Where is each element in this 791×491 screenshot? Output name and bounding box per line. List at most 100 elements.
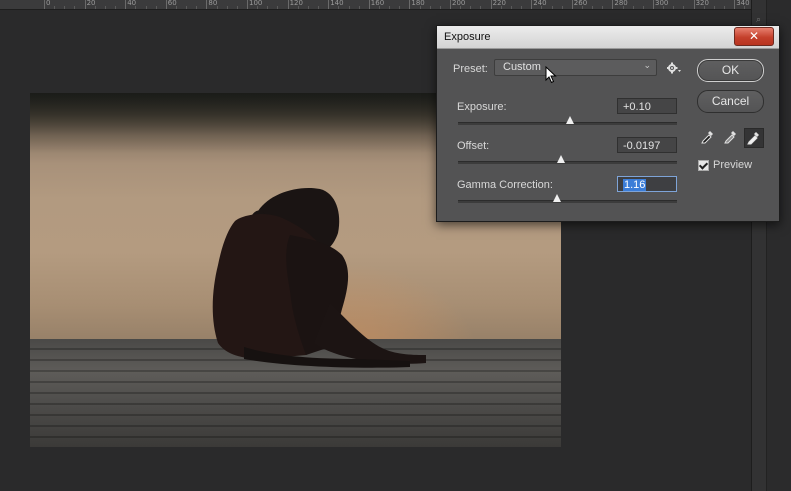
cancel-button[interactable]: Cancel: [697, 90, 764, 113]
gamma-correction-label: Gamma Correction:: [457, 179, 553, 191]
ruler-major-tick: [612, 0, 614, 9]
gray-point-eyedropper-icon[interactable]: [722, 128, 740, 146]
ruler-minor-tick: [724, 6, 726, 9]
ok-button[interactable]: OK: [697, 59, 764, 82]
ruler-minor-tick: [338, 6, 340, 9]
gamma-correction-value: 1.16: [623, 179, 647, 191]
ruler-minor-tick: [500, 6, 502, 9]
ruler-minor-tick: [267, 6, 269, 9]
ruler-minor-tick: [64, 6, 66, 9]
ruler-minor-tick: [74, 6, 76, 9]
ruler-label: 340: [736, 0, 750, 7]
ruler-minor-tick: [94, 6, 96, 9]
dialog-title: Exposure: [444, 31, 491, 43]
ruler-minor-tick: [622, 6, 624, 9]
ruler-label: 160: [370, 0, 385, 7]
ruler-label: 220: [492, 0, 506, 7]
ruler-minor-tick: [307, 6, 309, 9]
ruler-minor-tick: [226, 6, 228, 9]
dialog-titlebar[interactable]: Exposure ✕: [437, 26, 779, 49]
gamma-correction-slider-thumb[interactable]: [552, 194, 561, 202]
ruler-major-tick: [165, 0, 167, 9]
ruler-major-tick: [328, 0, 330, 9]
offset-field[interactable]: -0.0197: [617, 137, 677, 153]
ruler-major-tick: [44, 0, 45, 9]
ruler-minor-tick: [480, 6, 482, 9]
ruler-minor-tick: [592, 6, 594, 9]
ruler-major-tick: [734, 0, 736, 9]
offset-label: Offset:: [457, 140, 490, 152]
ruler-minor-tick: [216, 6, 218, 9]
ruler-minor-tick: [602, 6, 604, 9]
ruler-minor-tick: [703, 6, 705, 9]
ruler-minor-tick: [378, 6, 380, 9]
ruler-minor-tick: [257, 6, 259, 9]
ruler-minor-tick: [399, 6, 401, 9]
ruler-minor-tick: [196, 6, 198, 9]
ruler-minor-tick: [186, 6, 188, 9]
ruler-label: 260: [573, 0, 588, 7]
preview-checkbox[interactable]: [698, 160, 709, 171]
preset-value: Custom: [503, 61, 541, 73]
ruler-label: 0: [46, 0, 51, 7]
ruler-minor-tick: [551, 6, 553, 9]
ruler-minor-tick: [348, 6, 350, 9]
ruler-major-tick: [531, 0, 533, 9]
offset-slider-thumb[interactable]: [556, 155, 565, 163]
ruler-minor-tick: [429, 6, 431, 9]
ruler-minor-tick: [561, 6, 563, 9]
ruler-minor-tick: [541, 6, 543, 9]
ruler-minor-tick: [175, 6, 177, 9]
ruler-minor-tick: [358, 6, 360, 9]
ruler-minor-tick: [460, 6, 462, 9]
horizontal-ruler: 0 20 40 60 80 100 120 140 160 180 200 220 240 260 280 3…: [0, 0, 758, 10]
ruler-label: 300: [655, 0, 669, 7]
ruler-major-tick: [247, 0, 248, 9]
ruler-minor-tick: [713, 6, 715, 9]
ruler-minor-tick: [104, 6, 106, 9]
search-icon[interactable]: ⌕: [756, 14, 761, 25]
exposure-dialog: Exposure ✕ Preset: Custom ⌄ Exposure: +0…: [436, 25, 780, 222]
ruler-label: 320: [695, 0, 709, 7]
close-button[interactable]: ✕: [734, 27, 774, 46]
exposure-field[interactable]: +0.10: [617, 98, 677, 114]
gear-icon[interactable]: [667, 62, 681, 74]
ruler-label: 100: [249, 0, 263, 7]
ruler-minor-tick: [521, 6, 523, 9]
white-point-eyedropper-icon[interactable]: [744, 128, 764, 148]
ruler-minor-tick: [135, 6, 137, 9]
gamma-correction-field[interactable]: 1.16: [617, 176, 677, 192]
ruler-minor-tick: [155, 6, 157, 9]
ruler-minor-tick: [54, 6, 56, 9]
ruler-label: 120: [289, 0, 303, 7]
preset-dropdown[interactable]: Custom ⌄: [494, 59, 657, 76]
preview-label: Preview: [713, 159, 753, 171]
ruler-minor-tick: [277, 6, 279, 9]
ruler-minor-tick: [419, 6, 421, 9]
ruler-major-tick: [206, 0, 208, 9]
ruler-major-tick: [450, 0, 451, 9]
ruler-minor-tick: [389, 6, 391, 9]
ruler-minor-tick: [297, 6, 299, 9]
ruler-major-tick: [287, 0, 289, 9]
ruler-minor-tick: [673, 6, 675, 9]
mouse-cursor-icon: [545, 66, 557, 84]
black-point-eyedropper-icon[interactable]: [699, 128, 717, 146]
gamma-correction-slider[interactable]: [458, 194, 677, 203]
ruler-minor-tick: [744, 6, 746, 9]
ruler-major-tick: [368, 0, 370, 9]
ruler-minor-tick: [510, 6, 512, 9]
ruler-label: 240: [533, 0, 547, 7]
ruler-minor-tick: [115, 6, 117, 9]
exposure-slider[interactable]: [458, 116, 677, 125]
ruler-minor-tick: [318, 6, 320, 9]
preset-label: Preset:: [453, 63, 488, 75]
ruler-minor-tick: [683, 6, 685, 9]
exposure-label: Exposure:: [457, 101, 507, 113]
ruler-label: 280: [614, 0, 628, 7]
ruler-minor-tick: [663, 6, 665, 9]
exposure-slider-thumb[interactable]: [565, 116, 574, 124]
ruler-label: 200: [452, 0, 466, 7]
ruler-minor-tick: [581, 6, 583, 9]
offset-slider[interactable]: [458, 155, 677, 164]
